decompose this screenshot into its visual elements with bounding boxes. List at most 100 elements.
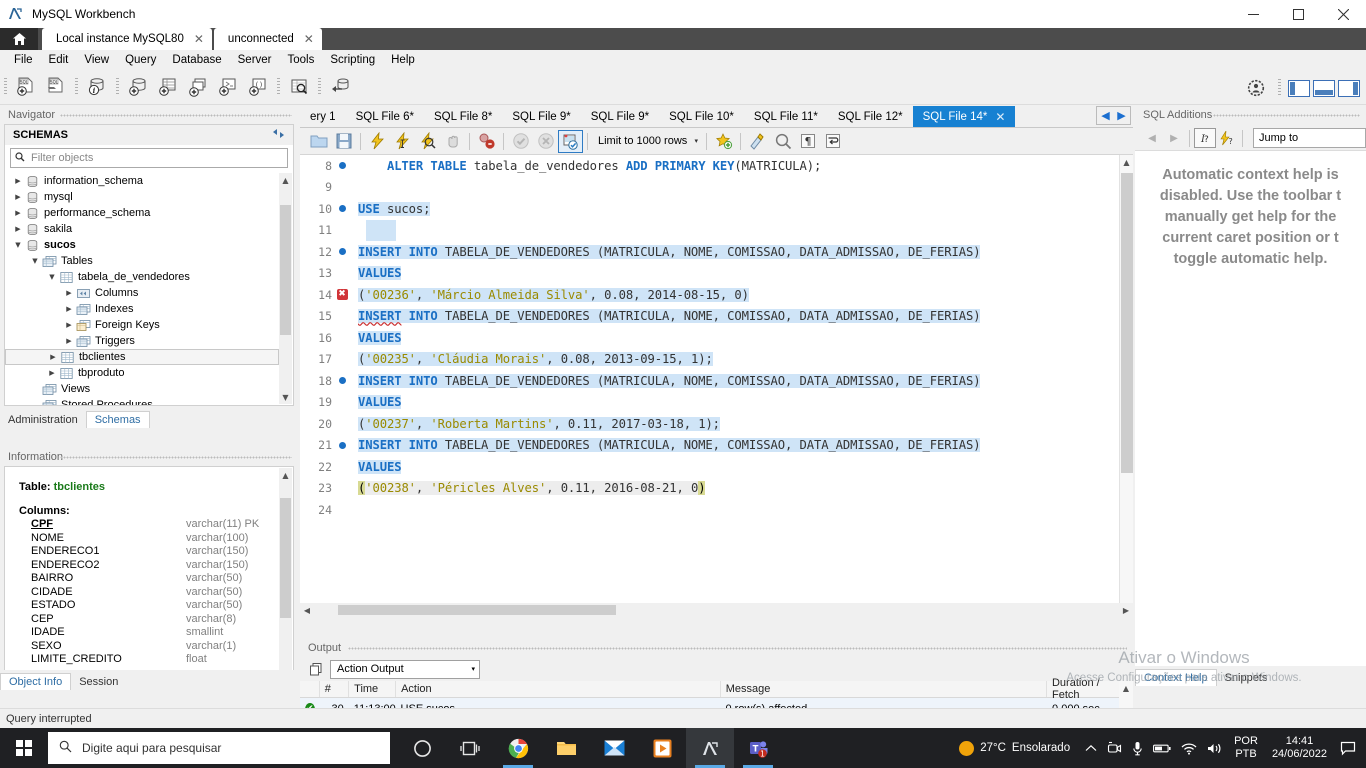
menu-file[interactable]: File <box>6 52 41 68</box>
chevron-right-icon[interactable]: ▶ <box>62 305 76 313</box>
sql-editor-tab-4[interactable]: SQL File 9* <box>580 106 660 127</box>
tree-item-sucos[interactable]: ▼ sucos <box>5 237 293 253</box>
minimize-button[interactable] <box>1231 0 1276 28</box>
search-table-data-icon[interactable] <box>284 72 314 102</box>
new-schema-icon[interactable] <box>123 72 153 102</box>
admin-icon[interactable] <box>1241 73 1271 103</box>
tab-session[interactable]: Session <box>71 674 126 690</box>
chevron-right-icon[interactable]: ▶ <box>62 337 76 345</box>
code-line[interactable] <box>358 219 1119 241</box>
scrollbar-thumb[interactable] <box>280 498 291 618</box>
code-line[interactable]: VALUES <box>358 392 1119 414</box>
keyboard-language-indicator[interactable]: POR PTB <box>1228 735 1264 761</box>
rollback-icon[interactable] <box>533 130 558 153</box>
new-sql-tab-icon[interactable]: SQL <box>11 72 41 102</box>
chevron-right-icon[interactable]: ▶ <box>11 225 25 233</box>
stop-on-error-icon[interactable] <box>474 130 499 153</box>
stop-script-icon[interactable] <box>440 130 465 153</box>
sql-code-editor[interactable]: 8 9 10 11 12 13 14 ✖ 15 16 17 18 19 20 21 22 23 24 ALTER … <box>300 155 1133 617</box>
information-scrollbar[interactable]: ▲ ▼ <box>279 468 292 684</box>
filter-objects-input[interactable] <box>29 151 287 165</box>
cortana-icon[interactable] <box>398 728 446 768</box>
mysql-workbench-icon[interactable] <box>686 728 734 768</box>
chevron-down-icon[interactable]: ▼ <box>11 241 25 249</box>
code-line[interactable]: VALUES <box>358 263 1119 285</box>
sql-editor-tab-7[interactable]: SQL File 12* <box>827 106 913 127</box>
code-line[interactable]: VALUES <box>358 456 1119 478</box>
row-limit-dropdown[interactable]: Limit to 1000 rows ▾ <box>592 131 702 151</box>
file-explorer-icon[interactable] <box>542 728 590 768</box>
new-stored-procedure-icon[interactable] <box>213 72 243 102</box>
sql-editor-tab-1[interactable]: SQL File 6* <box>345 106 424 127</box>
open-script-icon[interactable] <box>306 130 331 153</box>
chevron-right-icon[interactable]: ▶ <box>11 177 25 185</box>
invisible-chars-icon[interactable]: ¶ <box>795 130 820 153</box>
close-icon[interactable]: ✕ <box>995 110 1005 124</box>
home-tab[interactable] <box>0 28 38 50</box>
new-table-icon[interactable] <box>153 72 183 102</box>
volume-icon[interactable] <box>1202 742 1228 755</box>
wrap-lines-icon[interactable] <box>820 130 845 153</box>
menu-tools[interactable]: Tools <box>280 52 323 68</box>
output-view-dropdown[interactable]: Action Output ▾ <box>330 659 480 679</box>
code-line[interactable]: ('00237', 'Roberta Martins', 0.11, 2017-… <box>358 413 1119 435</box>
chevron-right-icon[interactable]: ▶ <box>62 321 76 329</box>
sql-editor-tab-5[interactable]: SQL File 10* <box>659 106 744 127</box>
tree-item-views[interactable]: Views <box>5 381 293 397</box>
sql-editor-tab-8[interactable]: SQL File 14* ✕ <box>912 106 1016 127</box>
editor-vertical-scrollbar[interactable]: ▲ ▼ <box>1119 155 1133 617</box>
tree-item-information-schema[interactable]: ▶ information_schema <box>5 173 293 189</box>
mail-icon[interactable] <box>590 728 638 768</box>
toggle-secondary-sidebar-icon[interactable] <box>1338 79 1360 97</box>
tab-object-info[interactable]: Object Info <box>0 673 72 690</box>
toggle-sidebar-icon[interactable] <box>1288 79 1310 97</box>
jump-to-field[interactable]: Jump to <box>1253 128 1366 148</box>
scroll-up-arrow-icon[interactable]: ▲ <box>1120 155 1133 169</box>
reconnect-to-dbms-icon[interactable] <box>325 72 355 102</box>
scrollbar-thumb[interactable] <box>280 205 291 335</box>
tab-snippets[interactable]: Snippets <box>1217 670 1276 686</box>
chevron-right-icon[interactable]: ▶ <box>62 289 76 297</box>
tree-item-mysql[interactable]: ▶ mysql <box>5 189 293 205</box>
code-line[interactable]: ('00235', 'Cláudia Morais', 0.08, 2013-0… <box>358 349 1119 371</box>
new-function-icon[interactable]: () <box>243 72 273 102</box>
code-line[interactable]: ('00238', 'Péricles Alves', 0.11, 2016-0… <box>358 478 1119 500</box>
explain-statement-icon[interactable] <box>415 130 440 153</box>
code-line[interactable]: INSERT INTO TABELA_DE_VENDEDORES (MATRIC… <box>358 241 1119 263</box>
connection-tab-unconnected[interactable]: unconnected ✕ <box>213 28 322 50</box>
tree-item-tbclientes[interactable]: ▶ tbclientes <box>5 349 279 365</box>
snippets-icon[interactable] <box>711 130 736 153</box>
error-marker-icon[interactable]: ✖ <box>336 289 348 301</box>
beautify-sql-icon[interactable] <box>745 130 770 153</box>
save-script-icon[interactable] <box>331 130 356 153</box>
chevron-down-icon[interactable]: ▾ <box>471 665 475 673</box>
sql-editor-tab-3[interactable]: SQL File 9* <box>502 106 581 127</box>
server-status-icon[interactable]: i <box>82 72 112 102</box>
tab-prev-icon[interactable]: ◀ <box>1098 108 1113 123</box>
menu-edit[interactable]: Edit <box>41 52 77 68</box>
new-view-icon[interactable] <box>183 72 213 102</box>
execute-current-statement-icon[interactable] <box>390 130 415 153</box>
grid-column-header-status[interactable] <box>300 681 320 697</box>
toggle-autocommit-icon[interactable] <box>558 129 583 153</box>
close-button[interactable] <box>1321 0 1366 28</box>
sql-editor-tab-2[interactable]: SQL File 8* <box>423 106 503 127</box>
chevron-right-icon[interactable]: ▶ <box>46 353 60 361</box>
chevron-down-icon[interactable]: ▼ <box>28 257 42 265</box>
toggle-automatic-help-icon[interactable]: ? <box>1216 128 1238 148</box>
grid-column-header-action[interactable]: Action <box>396 681 721 697</box>
google-chrome-icon[interactable] <box>494 728 542 768</box>
manual-context-help-icon[interactable]: I? <box>1194 128 1216 148</box>
tree-item-tbproduto[interactable]: ▶ tbproduto <box>5 365 293 381</box>
code-line[interactable] <box>358 177 1119 199</box>
code-line[interactable]: INSERT INTO TABELA_DE_VENDEDORES (MATRIC… <box>358 306 1119 328</box>
execute-script-icon[interactable] <box>365 130 390 153</box>
tree-item-foreign-keys[interactable]: ▶ Foreign Keys <box>5 317 293 333</box>
camera-icon[interactable] <box>1102 741 1127 755</box>
nav-back-icon[interactable]: ◀ <box>1141 128 1163 148</box>
chevron-right-icon[interactable]: ▶ <box>45 369 59 377</box>
battery-icon[interactable] <box>1148 743 1176 754</box>
open-sql-script-icon[interactable]: SQL <box>41 72 71 102</box>
code-line[interactable]: USE sucos; <box>358 198 1119 220</box>
menu-query[interactable]: Query <box>117 52 164 68</box>
